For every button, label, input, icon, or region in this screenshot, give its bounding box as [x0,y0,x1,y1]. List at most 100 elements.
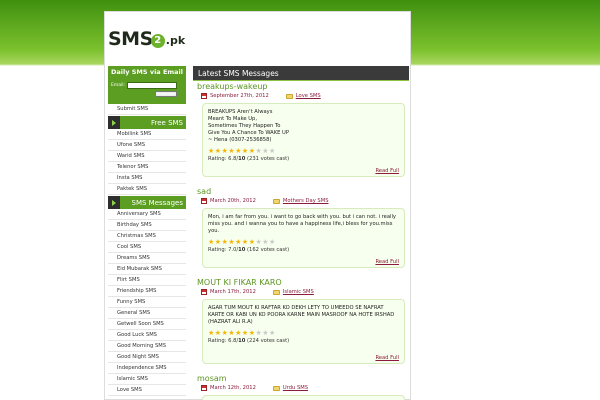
sidebar-item-sms-category[interactable]: Islamic SMS [108,374,186,385]
free-sms-title: Free SMS [150,118,183,127]
star-icon[interactable]: ★ [269,148,275,155]
star-icon[interactable]: ★ [208,239,214,246]
star-icon[interactable]: ★ [249,239,255,246]
sidebar-item-free-sms[interactable]: Mobilink SMS [108,129,186,140]
post-list: breakups-wakeup September 27th, 2012 Love … [193,82,409,400]
sidebar-item-sms-category[interactable]: Anniversary SMS [108,209,186,220]
post-category-link[interactable]: Islamic SMS [283,289,314,295]
calendar-icon [201,93,207,99]
sidebar-item-free-sms[interactable]: Warid SMS [108,151,186,162]
sms-message-text: BREAKUPS Aren't Always Meant To Make Up,… [208,109,289,143]
read-full-link[interactable]: Read Full [375,259,399,265]
star-icon[interactable]: ★ [249,330,255,337]
star-icon[interactable]: ★ [262,148,268,155]
sms-messages-list: Anniversary SMS Birthday SMS Christmas SMS… [108,209,186,396]
post-date: March 20th, 2012 [210,198,256,204]
sms-post: sad March 20th, 2012 Mothers Day SMS Mon, i… [197,187,409,268]
sidebar-item-sms-category[interactable]: Love SMS [108,385,186,396]
sidebar-item-sms-category[interactable]: Flirt SMS [108,275,186,286]
sidebar-item-sms-category[interactable]: Dreams SMS [108,253,186,264]
sidebar-item-sms-category[interactable]: Independence SMS [108,363,186,374]
folder-icon [272,198,280,204]
star-icon[interactable]: ★ [269,239,275,246]
read-full-link[interactable]: Read Full [375,355,399,361]
logo-pk-text: .pk [165,33,186,47]
folder-icon [285,93,293,99]
post-title[interactable]: breakups-wakeup [197,82,409,92]
star-icon[interactable]: ★ [222,330,228,337]
sidebar: Daily SMS via Email Email: Subscribe Sub… [108,66,186,396]
sidebar-item-sms-category[interactable]: Good Morning SMS [108,341,186,352]
star-icon[interactable]: ★ [269,330,275,337]
email-row: Email: [111,82,183,89]
read-full-link[interactable]: Read Full [375,168,399,174]
rating-prefix: Rating: 6.8/ [208,338,239,344]
star-icon[interactable]: ★ [255,239,261,246]
post-meta: March 17th, 2012 Islamic SMS [201,288,409,296]
star-icon[interactable]: ★ [228,239,234,246]
post-meta: March 12th, 2012 Urdu SMS [201,384,409,392]
sidebar-item-free-sms[interactable]: Paktek SMS [108,184,186,195]
free-sms-header: Free SMS [108,116,186,129]
star-icon[interactable]: ★ [262,239,268,246]
star-icon[interactable]: ★ [249,148,255,155]
sidebar-item-sms-category[interactable]: Good Luck SMS [108,330,186,341]
star-icon[interactable]: ★ [215,148,221,155]
star-icon[interactable]: ★ [235,148,241,155]
star-icon[interactable]: ★ [228,330,234,337]
subscribe-button[interactable]: Subscribe [155,91,177,97]
post-title[interactable]: mosam [197,374,409,384]
rating-text: Rating: 6.8/10 (231 votes cast) [208,156,399,162]
star-icon[interactable]: ★ [228,148,234,155]
sidebar-item-sms-category[interactable]: General SMS [108,308,186,319]
post-title[interactable]: MOUT KI FIKAR KARO [197,278,409,288]
folder-icon [272,289,280,295]
sidebar-item-sms-category[interactable]: Good Night SMS [108,352,186,363]
rating-votes: (224 votes cast) [245,338,290,344]
daily-sms-title: Daily SMS via Email [111,68,184,76]
star-icon[interactable]: ★ [235,239,241,246]
star-rating[interactable]: ★ ★ ★ ★ ★ ★ ★ ★ ★ ★ [208,239,399,246]
star-icon[interactable]: ★ [255,148,261,155]
rating-text: Rating: 7.0/10 (162 votes cast) [208,247,399,253]
star-rating[interactable]: ★ ★ ★ ★ ★ ★ ★ ★ ★ ★ [208,148,399,155]
sms-message-text: Mon, i am far from you. i want to go bac… [208,214,397,234]
sidebar-item-sms-category[interactable]: Cool SMS [108,242,186,253]
post-category-link[interactable]: Love SMS [296,93,321,99]
sidebar-item-sms-category[interactable]: Eid Mubarak SMS [108,264,186,275]
sidebar-item-sms-category[interactable]: Friendship SMS [108,286,186,297]
sidebar-item-free-sms[interactable]: Telenor SMS [108,162,186,173]
sms-messages-title: SMS Messages [131,198,183,207]
star-icon[interactable]: ★ [242,330,248,337]
star-icon[interactable]: ★ [262,330,268,337]
star-icon[interactable]: ★ [255,330,261,337]
sidebar-item-sms-category[interactable]: Getwell Soon SMS [108,319,186,330]
sidebar-item-free-sms[interactable]: Insta SMS [108,173,186,184]
post-meta: March 20th, 2012 Mothers Day SMS [201,197,409,205]
sidebar-item-sms-category[interactable]: Christmas SMS [108,231,186,242]
arrow-bullet-icon [108,196,120,209]
sidebar-item-sms-category[interactable]: Funny SMS [108,297,186,308]
star-icon[interactable]: ★ [242,148,248,155]
post-title[interactable]: sad [197,187,409,197]
post-category-link[interactable]: Urdu SMS [283,385,308,391]
sms-message-box: AGAR TUM MOUT KI RAFTAR KO DEKH LETY TO … [202,299,405,364]
star-icon[interactable]: ★ [208,148,214,155]
star-icon[interactable]: ★ [215,239,221,246]
star-rating[interactable]: ★ ★ ★ ★ ★ ★ ★ ★ ★ ★ [208,330,399,337]
main-content: Latest SMS Messages breakups-wakeup Septe… [193,66,409,400]
sidebar-item-free-sms[interactable]: Ufone SMS [108,140,186,151]
post-category-link[interactable]: Mothers Day SMS [283,198,329,204]
star-icon[interactable]: ★ [222,148,228,155]
submit-sms-link[interactable]: Submit SMS [108,104,186,115]
star-icon[interactable]: ★ [208,330,214,337]
daily-sms-box: Daily SMS via Email Email: Subscribe [108,66,186,104]
star-icon[interactable]: ★ [222,239,228,246]
sms-message-box: BREAKUPS Aren't Always Meant To Make Up,… [202,103,405,177]
sidebar-item-sms-category[interactable]: Birthday SMS [108,220,186,231]
star-icon[interactable]: ★ [215,330,221,337]
site-logo[interactable]: SMS 2 .pk [108,27,185,51]
star-icon[interactable]: ★ [242,239,248,246]
star-icon[interactable]: ★ [235,330,241,337]
email-field[interactable] [127,82,178,89]
